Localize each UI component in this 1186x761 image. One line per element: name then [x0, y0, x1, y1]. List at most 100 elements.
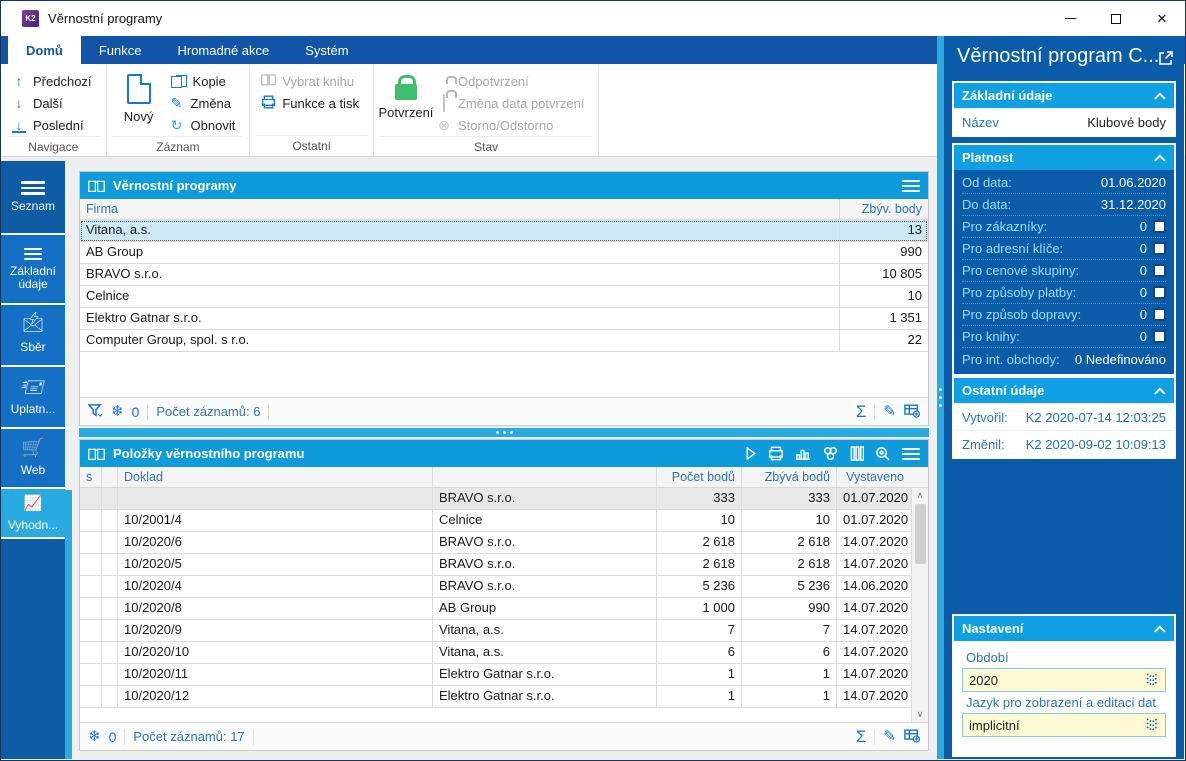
previous-button[interactable]: ↑Předchozí	[7, 70, 100, 92]
sum-icon[interactable]: Σ	[856, 728, 867, 745]
tab-system[interactable]: Systém	[287, 36, 366, 64]
program-row[interactable]: Celnice10	[80, 286, 928, 308]
checkbox[interactable]	[1153, 220, 1166, 233]
chart-icon[interactable]	[795, 447, 811, 461]
checkbox[interactable]	[1153, 330, 1166, 343]
cell-blank	[102, 598, 118, 619]
scroll-thumb[interactable]	[915, 504, 926, 564]
tab-funkce[interactable]: Funkce	[81, 36, 160, 64]
detail-panel-splitter[interactable]	[937, 36, 944, 759]
obdobi-select[interactable]: 2020	[962, 668, 1166, 692]
scroll-down-icon[interactable]: ∨	[917, 709, 924, 720]
scroll-up-icon[interactable]: ∧	[917, 490, 924, 501]
function-print-button[interactable]: Funkce a tisk	[256, 92, 367, 114]
checkbox[interactable]	[1153, 286, 1166, 299]
sidebar-item-label: Vyhodn...	[8, 519, 58, 532]
column-header-doklad[interactable]: Doklad	[118, 467, 433, 487]
panel-splitter[interactable]	[79, 428, 929, 437]
open-external-icon[interactable]	[1158, 49, 1174, 65]
sidebar-item-web[interactable]: 🛒 Web	[1, 429, 65, 489]
item-row[interactable]: BRAVO s.r.o.33333301.07.2020	[80, 488, 911, 510]
column-header-pocet-bodu[interactable]: Počet bodů	[657, 467, 742, 487]
sidebar-item-sber[interactable]: 🖄 Sběr	[1, 305, 65, 367]
maximize-button[interactable]	[1093, 1, 1139, 36]
minimize-button[interactable]	[1047, 1, 1093, 36]
field-label: Od data:	[962, 175, 1012, 190]
items-table-rows: BRAVO s.r.o.33333301.07.202010/2001/4Cel…	[80, 488, 911, 708]
sidebar-item-zakladni-udaje[interactable]: Základní údaje	[1, 235, 65, 305]
section-header-platnost[interactable]: Platnost	[954, 145, 1174, 170]
next-button[interactable]: ↓Další	[7, 92, 100, 114]
item-row[interactable]: 10/2020/5BRAVO s.r.o.2 6182 61814.07.202…	[80, 554, 911, 576]
sidebar-item-seznam[interactable]: Seznam	[1, 161, 65, 235]
column-header-firma[interactable]	[433, 467, 657, 487]
vertical-scrollbar[interactable]: ∧ ∨	[911, 488, 928, 722]
sidebar-item-uplatneni[interactable]: 🖅 Uplatn...	[1, 367, 65, 429]
run-icon[interactable]	[745, 447, 757, 460]
cell-blank	[102, 686, 118, 707]
column-header-s[interactable]: s	[80, 467, 102, 487]
item-row[interactable]: 10/2020/8AB Group1 00099014.07.2020	[80, 598, 911, 620]
cell-s	[80, 532, 102, 553]
refresh-button[interactable]: ↻Obnovit	[165, 114, 244, 136]
section-header-zakladni[interactable]: Základní údaje	[954, 83, 1174, 108]
chart-trend-icon: 📈	[24, 494, 43, 514]
column-header-zbyv-body[interactable]: Zbýv. body	[840, 199, 928, 219]
edit-icon[interactable]: ✎	[883, 729, 896, 744]
column-header-firma[interactable]: Firma	[80, 199, 840, 219]
sidebar-item-vyhodnoceni[interactable]: 📈 Vyhodn...	[1, 489, 65, 539]
filter-icon[interactable]	[88, 403, 103, 421]
tab-hromadne-akce[interactable]: Hromadné akce	[159, 36, 287, 64]
item-row[interactable]: 10/2020/9Vitana, a.s.7714.07.2020	[80, 620, 911, 642]
checkbox[interactable]	[1153, 308, 1166, 321]
select-book-button: Vybrat knihu	[256, 70, 367, 92]
print-icon[interactable]	[768, 446, 784, 461]
items-status-bar: ❄ 0 Počet záznamů: 17 Σ ✎	[80, 722, 928, 750]
program-row[interactable]: Computer Group, spol. s r.o.22	[80, 330, 928, 352]
copy-button[interactable]: Kopie	[165, 70, 244, 92]
column-header-blank[interactable]	[102, 467, 118, 487]
field-value: 0	[1140, 285, 1147, 300]
new-button[interactable]: Nový	[113, 68, 165, 136]
item-row[interactable]: 10/2020/12Elektro Gatnar s.r.o.1114.07.2…	[80, 686, 911, 708]
item-row[interactable]: 10/2020/11Elektro Gatnar s.r.o.1114.07.2…	[80, 664, 911, 686]
cell-firma: Vitana, a.s.	[433, 642, 657, 663]
checkbox[interactable]	[1153, 242, 1166, 255]
last-button[interactable]: ↓Poslední	[7, 114, 100, 136]
tab-domu[interactable]: Domů	[8, 36, 81, 64]
item-row[interactable]: 10/2020/10Vitana, a.s.6614.07.2020	[80, 642, 911, 664]
columns-icon[interactable]	[850, 446, 864, 461]
section-header-ostatni[interactable]: Ostatní údaje	[954, 378, 1174, 403]
menu-icon[interactable]	[902, 448, 920, 460]
item-row[interactable]: 10/2020/4BRAVO s.r.o.5 2365 23614.06.202…	[80, 576, 911, 598]
column-header-zbyva-bodu[interactable]: Zbývá bodů	[742, 467, 837, 487]
app-window: K2 Věrnostní programy ✕ Domů Funkce Hrom…	[0, 0, 1186, 761]
menu-icon[interactable]	[902, 180, 920, 192]
sum-icon[interactable]: Σ	[856, 403, 867, 420]
gears-icon[interactable]	[822, 446, 839, 461]
program-row[interactable]: BRAVO s.r.o.10 805	[80, 264, 928, 286]
shopping-cart-icon: 🛒	[21, 439, 45, 459]
add-record-icon[interactable]	[904, 728, 920, 746]
settings-search-icon[interactable]	[875, 446, 891, 461]
program-row[interactable]: Elektro Gatnar s.r.o.1 351	[80, 308, 928, 330]
program-row[interactable]: Vitana, a.s.13	[80, 220, 928, 242]
add-record-icon[interactable]	[904, 403, 920, 421]
close-button[interactable]: ✕	[1139, 1, 1185, 36]
cell-firma: AB Group	[80, 242, 840, 263]
item-row[interactable]: 10/2020/6BRAVO s.r.o.2 6182 61814.07.202…	[80, 532, 911, 554]
section-header-nastaveni[interactable]: Nastavení	[954, 616, 1174, 641]
confirm-button[interactable]: Potvrzení	[380, 68, 432, 136]
freeze-icon[interactable]: ❄	[111, 404, 124, 419]
freeze-icon[interactable]: ❄	[88, 729, 101, 744]
jazyk-select[interactable]: implicitní	[962, 713, 1166, 737]
field-label: Pro adresní klíče:	[962, 241, 1063, 256]
column-header-vystaveno[interactable]: Vystaveno	[837, 467, 910, 487]
cell-points: 1 351	[840, 308, 928, 329]
arrow-down-bar-icon: ↓	[11, 117, 27, 133]
edit-icon[interactable]: ✎	[883, 404, 896, 419]
change-button[interactable]: ✎Změna	[165, 92, 244, 114]
checkbox[interactable]	[1153, 264, 1166, 277]
item-row[interactable]: 10/2001/4Celnice101001.07.2020	[80, 510, 911, 532]
program-row[interactable]: AB Group990	[80, 242, 928, 264]
